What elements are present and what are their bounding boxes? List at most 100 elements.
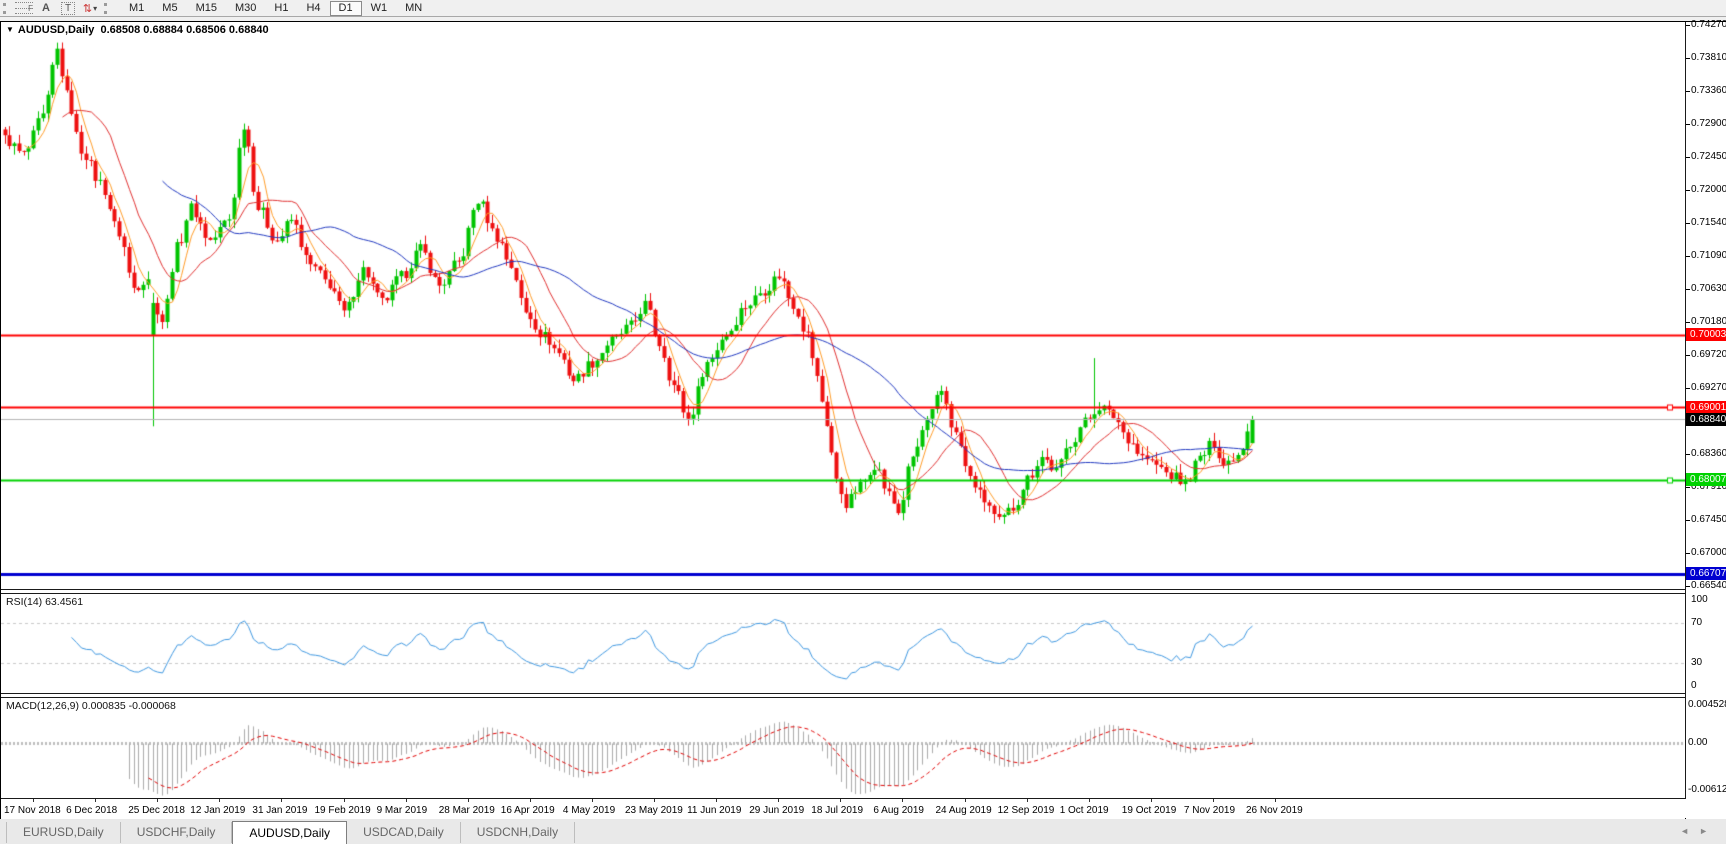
date-tick: 17 Nov 2018: [4, 805, 61, 816]
symbol-period-label: AUDUSD,Daily: [18, 24, 94, 36]
date-tick-mark: [468, 799, 469, 802]
date-tick-mark: [840, 799, 841, 802]
label-tool-icon[interactable]: T: [59, 1, 77, 16]
toolbar-drag-handle[interactable]: [3, 3, 8, 14]
date-tick-mark: [406, 799, 407, 802]
chart-tab-eurusd[interactable]: EURUSD,Daily: [6, 822, 121, 843]
text-tool-icon[interactable]: A: [37, 1, 55, 16]
top-toolbar: F A T ⇅▾ M1M5M15M30H1H4D1W1MN: [0, 0, 1726, 17]
date-tick-mark: [592, 799, 593, 802]
panel-splitter[interactable]: [1, 693, 1685, 694]
timeframe-button-m1[interactable]: M1: [120, 1, 153, 16]
date-tick-mark: [965, 799, 966, 802]
timeframe-button-m15[interactable]: M15: [187, 1, 226, 16]
price-axis-border: [1685, 22, 1686, 799]
rsi-label: RSI(14) 63.4561: [6, 596, 83, 608]
date-tick: 16 Apr 2019: [501, 805, 555, 816]
date-tick-mark: [33, 799, 34, 802]
ohlc-values: 0.68508 0.68884 0.68506 0.68840: [100, 24, 268, 36]
date-tick-mark: [95, 799, 96, 802]
price-tick: 0.71540: [1691, 217, 1726, 228]
chevron-down-icon: ▾: [93, 4, 97, 13]
date-tick-mark: [654, 799, 655, 802]
date-tick: 25 Dec 2018: [128, 805, 185, 816]
panel-splitter: [1, 697, 1685, 698]
date-tick-mark: [1027, 799, 1028, 802]
date-tick: 11 Jun 2019: [687, 805, 741, 816]
date-tick: 28 Mar 2019: [439, 805, 495, 816]
timeframe-button-m5[interactable]: M5: [153, 1, 186, 16]
date-tick-mark: [1275, 799, 1276, 802]
timeframe-button-d1[interactable]: D1: [330, 1, 362, 16]
date-tick: 24 Aug 2019: [936, 805, 992, 816]
price-tick: 0.74270: [1691, 19, 1726, 30]
price-tick: 0.66540: [1691, 580, 1726, 591]
date-tick: 9 Mar 2019: [377, 805, 428, 816]
chart-window: ▼ AUDUSD,Daily 0.68508 0.68884 0.68506 0.…: [0, 21, 1726, 819]
panel-splitter[interactable]: [1, 589, 1685, 590]
panel-border: [1, 798, 1685, 799]
rsi-tick: 70: [1691, 617, 1702, 628]
macd-tick: 0.004528: [1688, 699, 1726, 710]
timeframe-button-h1[interactable]: H1: [265, 1, 297, 16]
date-tick-mark: [1089, 799, 1090, 802]
date-tick: 12 Jan 2019: [190, 805, 245, 816]
panel-splitter: [1, 593, 1685, 594]
timeframe-button-h4[interactable]: H4: [297, 1, 329, 16]
date-tick: 23 May 2019: [625, 805, 683, 816]
date-tick-mark: [1213, 799, 1214, 802]
price-tick: 0.69720: [1691, 349, 1726, 360]
fibonacci-icon[interactable]: F: [15, 2, 33, 14]
date-tick-mark: [716, 799, 717, 802]
price-tick: 0.72000: [1691, 184, 1726, 195]
date-axis[interactable]: 17 Nov 20186 Dec 201825 Dec 201812 Jan 2…: [1, 799, 1685, 819]
rsi-tick: 30: [1691, 657, 1702, 668]
date-tick: 18 Jul 2019: [811, 805, 863, 816]
timeframe-button-m30[interactable]: M30: [226, 1, 265, 16]
price-line-tag[interactable]: 0.68007: [1686, 473, 1726, 486]
price-tick: 0.69270: [1691, 382, 1726, 393]
price-tick: 0.72900: [1691, 118, 1726, 129]
price-tick: 0.68360: [1691, 448, 1726, 459]
date-tick-mark: [281, 799, 282, 802]
chart-canvas[interactable]: [1, 22, 1685, 799]
chart-tab-bar: EURUSD,DailyUSDCHF,DailyAUDUSD,DailyUSDC…: [0, 819, 1726, 844]
date-tick-mark: [1151, 799, 1152, 802]
date-tick: 4 May 2019: [563, 805, 615, 816]
date-tick-mark: [157, 799, 158, 802]
price-tick: 0.70180: [1691, 316, 1726, 327]
chart-ohlc-title: ▼ AUDUSD,Daily 0.68508 0.68884 0.68506 0.…: [6, 24, 269, 36]
price-axis[interactable]: 0.742700.738100.733600.729000.724500.720…: [1686, 22, 1726, 819]
date-tick: 1 Oct 2019: [1060, 805, 1109, 816]
date-tick: 31 Jan 2019: [252, 805, 307, 816]
date-tick: 19 Oct 2019: [1122, 805, 1176, 816]
chart-tab-usdcnh[interactable]: USDCNH,Daily: [461, 822, 575, 843]
bid-price-tag: 0.68840: [1686, 413, 1726, 426]
price-tick: 0.72450: [1691, 151, 1726, 162]
date-tick-mark: [219, 799, 220, 802]
macd-tick: -0.006122: [1688, 784, 1726, 795]
date-tick: 12 Sep 2019: [998, 805, 1055, 816]
date-tick: 7 Nov 2019: [1184, 805, 1235, 816]
chart-tab-audusd[interactable]: AUDUSD,Daily: [232, 821, 347, 844]
price-line-tag[interactable]: 0.66707: [1686, 567, 1726, 580]
price-tick: 0.70630: [1691, 283, 1726, 294]
date-tick: 29 Jun 2019: [749, 805, 804, 816]
macd-tick: 0.00: [1688, 737, 1707, 748]
date-tick-mark: [530, 799, 531, 802]
tab-scroll-arrows[interactable]: ◄►: [1680, 826, 1718, 836]
rsi-tick: 100: [1691, 594, 1708, 605]
timeframe-button-mn[interactable]: MN: [396, 1, 431, 16]
date-tick: 26 Nov 2019: [1246, 805, 1303, 816]
toolbar-drag-handle[interactable]: [104, 3, 109, 14]
arrows-tool-icon[interactable]: ⇅▾: [81, 1, 99, 16]
macd-label: MACD(12,26,9) 0.000835 -0.000068: [6, 700, 176, 712]
rsi-tick: 0: [1691, 680, 1697, 691]
price-tick: 0.71090: [1691, 250, 1726, 261]
timeframe-button-w1[interactable]: W1: [362, 1, 397, 16]
price-tick: 0.73810: [1691, 52, 1726, 63]
chart-tab-usdchf[interactable]: USDCHF,Daily: [121, 822, 233, 843]
chart-tab-usdcad[interactable]: USDCAD,Daily: [347, 822, 461, 843]
collapse-arrow-icon[interactable]: ▼: [6, 25, 14, 34]
price-line-tag[interactable]: 0.70003: [1686, 328, 1726, 341]
